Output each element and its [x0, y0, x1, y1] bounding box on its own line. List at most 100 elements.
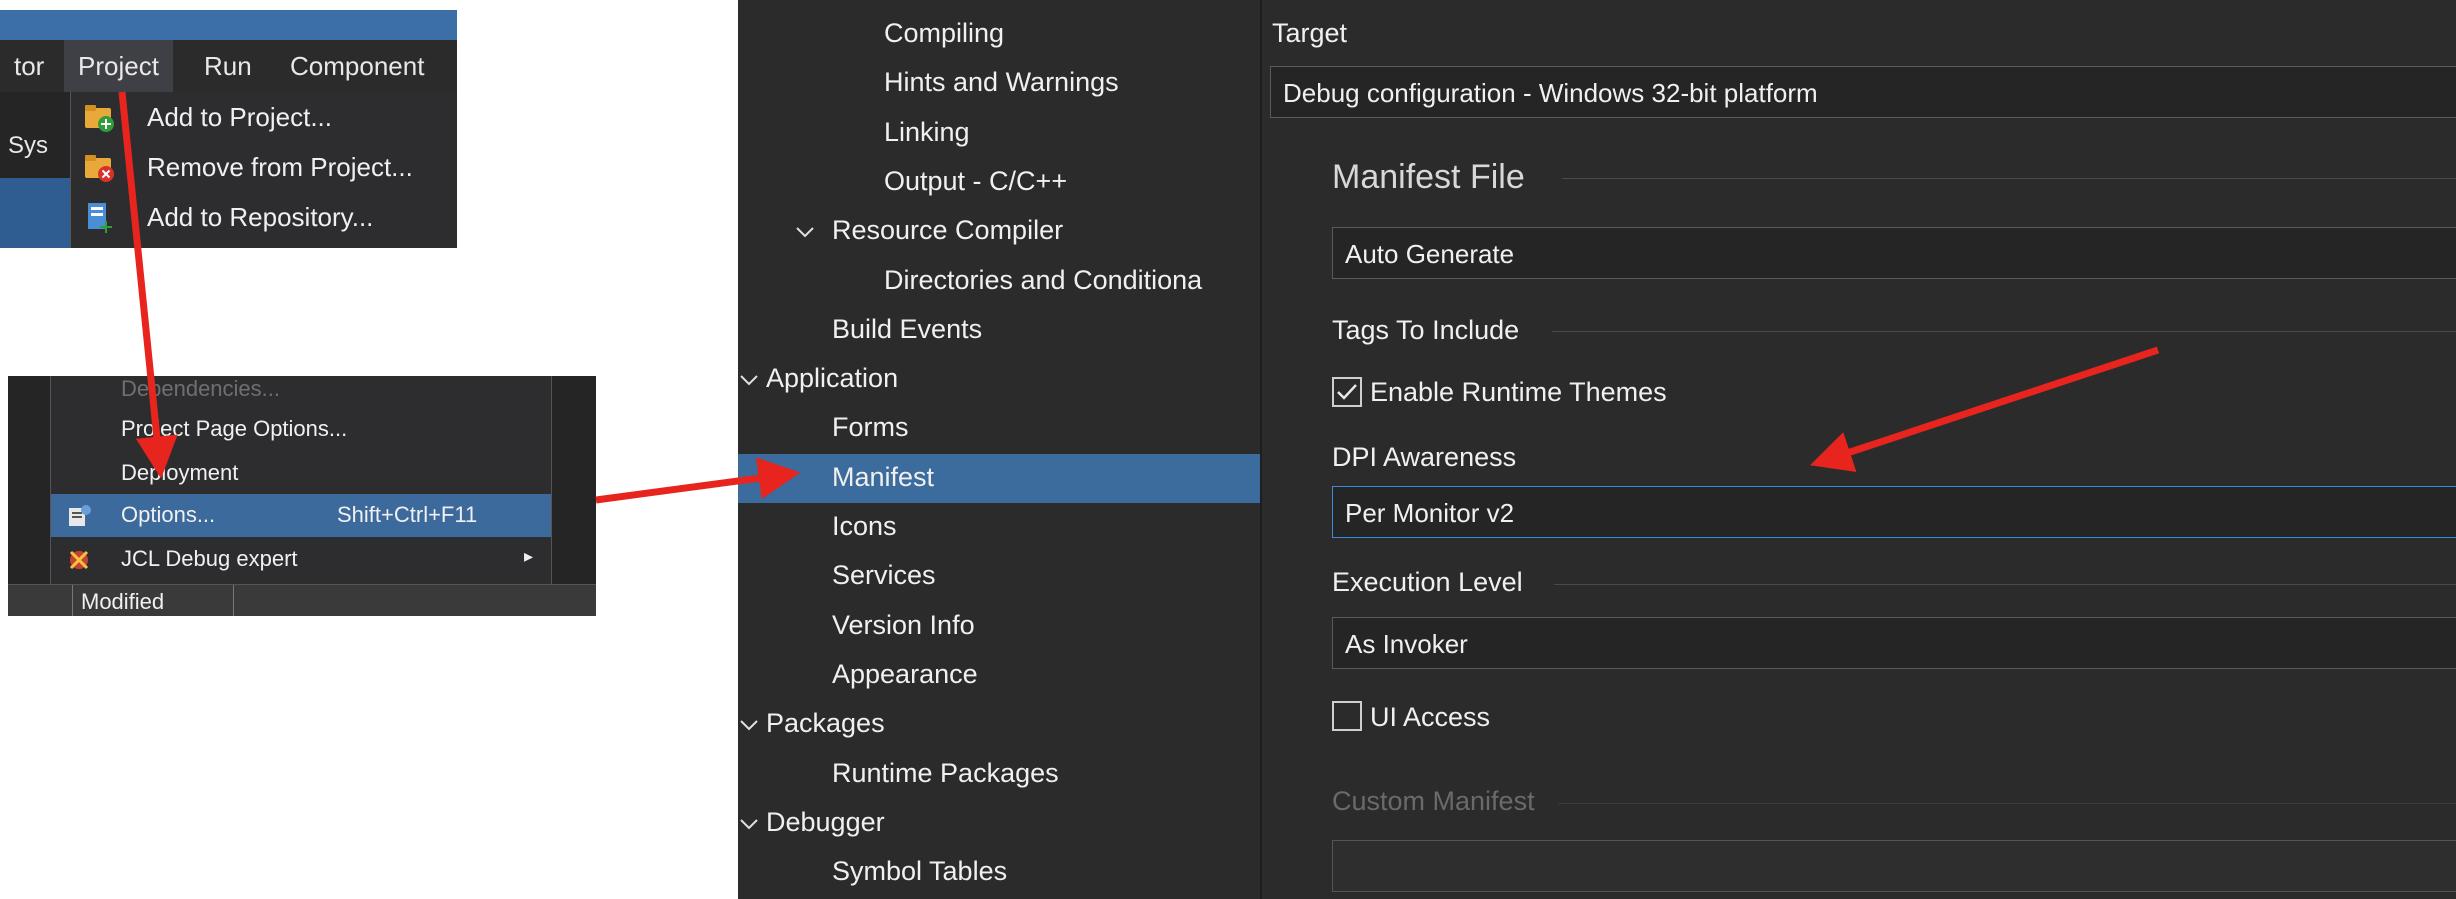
checkmark-icon — [1337, 384, 1357, 400]
menu-item-label: Add to Project... — [147, 102, 332, 132]
menu-item-shortcut: Shift+Ctrl+F11 — [337, 502, 478, 527]
target-combobox[interactable]: Debug configuration - Windows 32-bit pla… — [1270, 66, 2456, 118]
tree-item-hints-and-warnings[interactable]: Hints and Warnings — [738, 59, 1260, 108]
tree-item-version-info[interactable]: Version Info — [738, 602, 1260, 651]
tree-item-label: Output - C/C++ — [884, 165, 1068, 196]
menu-item-remove-from-project[interactable]: Remove from Project... — [71, 142, 457, 192]
project-dropdown: Add to Project... Remove from Project...… — [70, 92, 457, 248]
dpi-awareness-combobox[interactable]: Per Monitor v2 — [1332, 486, 2456, 538]
manifest-file-heading: Manifest File — [1332, 158, 1525, 196]
tree-item-directories-and-conditiona[interactable]: Directories and Conditiona — [738, 257, 1260, 306]
blue-panel — [0, 178, 70, 248]
tree-item-compiling[interactable]: Compiling — [738, 10, 1260, 59]
project-options-dialog: Compiling Hints and Warnings Linking Output… — [738, 0, 2456, 899]
custom-manifest-input[interactable] — [1332, 840, 2456, 892]
tree-item-label: Directories and Conditiona — [884, 264, 1203, 295]
folder-remove-icon — [85, 155, 114, 182]
tree-item-label: Symbol Tables — [832, 856, 1008, 887]
group-line — [1558, 803, 2456, 804]
execution-level-value: As Invoker — [1345, 629, 1468, 659]
dpi-awareness-label: DPI Awareness — [1332, 442, 1517, 472]
status-cell: Modified — [72, 585, 234, 616]
menu-component[interactable]: Component — [276, 40, 438, 92]
submenu-arrow-icon: ▸ — [523, 546, 533, 566]
menu-item-project-page-options[interactable]: Project Page Options... — [51, 408, 551, 451]
tree-item-output-c-c[interactable]: Output - C/C++ — [738, 158, 1260, 207]
tree-item-symbol-tables[interactable]: Symbol Tables — [738, 848, 1260, 897]
tree-item-label: Linking — [884, 116, 970, 147]
tree-item-label: Application — [766, 363, 899, 394]
options-tree: Compiling Hints and Warnings Linking Output… — [738, 0, 1260, 899]
menu-project[interactable]: Project — [64, 40, 173, 92]
sys-label: Sys — [8, 132, 49, 159]
tree-item-label: Packages — [766, 708, 885, 739]
tree-item-label: Icons — [832, 511, 897, 541]
custom-manifest-label: Custom Manifest — [1332, 786, 1535, 816]
target-label: Target — [1272, 18, 1348, 48]
tree-item-label: Appearance — [832, 658, 978, 689]
chevron-down-icon[interactable] — [738, 813, 760, 835]
tree-item-icons[interactable]: Icons — [738, 503, 1260, 552]
tree-item-resource-compiler[interactable]: Resource Compiler — [738, 207, 1260, 256]
menu-item-dependencies[interactable]: Dependencies... — [51, 376, 551, 411]
title-strip — [0, 10, 457, 40]
menu-item-deployment[interactable]: Deployment — [51, 452, 551, 495]
ui-access-checkbox[interactable] — [1332, 701, 1362, 731]
tree-item-label: Version Info — [832, 609, 975, 640]
tree-item-forms[interactable]: Forms — [738, 404, 1260, 453]
target-value: Debug configuration - Windows 32-bit pla… — [1283, 78, 1818, 108]
tree-item-application[interactable]: Application — [738, 355, 1260, 404]
tree-item-manifest[interactable]: Manifest — [738, 453, 1260, 503]
menu-item-label: Deployment — [121, 460, 239, 485]
tree-item-label: Resource Compiler — [832, 215, 1064, 246]
tree-item-label: Manifest — [832, 461, 935, 492]
chevron-down-icon[interactable] — [738, 369, 760, 391]
enable-runtime-themes-label[interactable]: Enable Runtime Themes — [1370, 377, 1667, 408]
tree-item-services[interactable]: Services — [738, 552, 1260, 601]
manifest-file-combobox[interactable]: Auto Generate — [1332, 227, 2456, 279]
chevron-down-icon[interactable] — [794, 221, 816, 243]
menu-item-options[interactable]: Options... Shift+Ctrl+F11 — [51, 494, 551, 537]
menu-item-label: Options... — [121, 502, 216, 527]
tree-item-label: Hints and Warnings — [884, 67, 1119, 98]
tree-item-linking[interactable]: Linking — [738, 109, 1260, 158]
tree-item-label: Runtime Packages — [832, 757, 1059, 788]
enable-runtime-themes-checkbox[interactable] — [1332, 377, 1362, 407]
menu-item-jcl-debug-expert[interactable]: JCL Debug expert ▸ — [51, 538, 551, 581]
jcl-debug-icon — [69, 550, 89, 570]
chevron-down-icon[interactable] — [738, 714, 760, 736]
tree-item-packages[interactable]: Packages — [738, 700, 1260, 749]
folder-add-icon — [85, 105, 114, 132]
tree-item-label: Build Events — [832, 313, 983, 344]
ui-access-label[interactable]: UI Access — [1370, 702, 1490, 733]
tree-item-build-events[interactable]: Build Events — [738, 306, 1260, 355]
menu-item-label: Project Page Options... — [121, 416, 348, 441]
menu-item-label: Add to Repository... — [147, 202, 374, 232]
menu-item-label: JCL Debug expert — [121, 546, 298, 571]
tree-item-debugger[interactable]: Debugger — [738, 799, 1260, 848]
menu-editor[interactable]: tor — [0, 40, 58, 92]
menubar-screenshot: tor Project Run Component Sys Add to Pro… — [0, 10, 457, 248]
menu-item-add-to-repository[interactable]: Add to Repository... — [71, 192, 457, 242]
tree-item-appearance[interactable]: Appearance — [738, 651, 1260, 700]
tree-item-label: Forms — [832, 412, 909, 443]
execution-level-label: Execution Level — [1332, 567, 1523, 597]
dpi-awareness-value: Per Monitor v2 — [1345, 498, 1515, 528]
menu-item-add-to-project[interactable]: Add to Project... — [71, 92, 457, 142]
menu-item-label: Remove from Project... — [147, 152, 413, 182]
execution-level-combobox[interactable]: As Invoker — [1332, 617, 2456, 669]
menu-run[interactable]: Run — [190, 40, 266, 92]
group-line — [1552, 331, 2456, 332]
group-line — [1562, 178, 2456, 179]
menu-item-label: Dependencies... — [121, 376, 280, 401]
tree-item-runtime-packages[interactable]: Runtime Packages — [738, 750, 1260, 799]
group-line — [1554, 584, 2456, 585]
status-bar: Modified — [8, 584, 596, 616]
tree-item-label: Services — [832, 560, 936, 591]
manifest-file-value: Auto Generate — [1345, 239, 1515, 269]
tags-heading: Tags To Include — [1332, 315, 1520, 345]
project-menu-screenshot: Dependencies... Project Page Options... … — [8, 376, 596, 616]
tree-item-label: Compiling — [884, 18, 1005, 48]
manifest-panel: Target Debug configuration - Windows 32-… — [1262, 0, 2456, 899]
tree-item-label: Debugger — [766, 806, 885, 837]
